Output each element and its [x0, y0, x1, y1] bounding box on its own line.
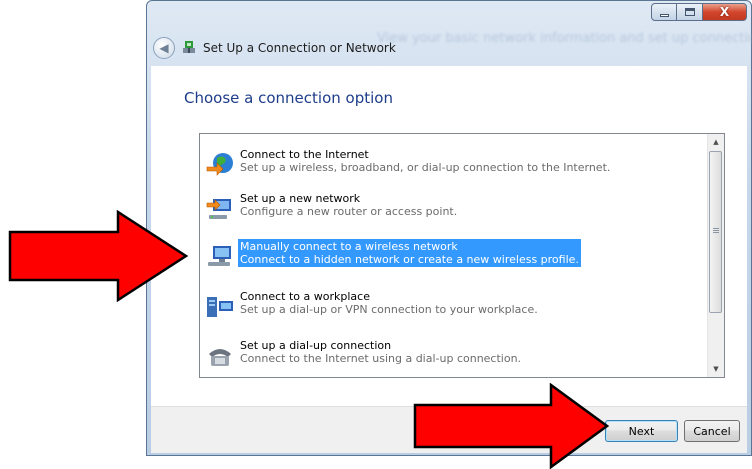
option-title: Manually connect to a wireless network — [240, 240, 458, 253]
option-description: Set up a dial-up or VPN connection to yo… — [240, 303, 538, 316]
cancel-button[interactable]: Cancel — [684, 420, 740, 442]
option-title: Connect to the Internet — [240, 148, 369, 161]
telephone-icon — [209, 349, 231, 366]
option-title: Set up a new network — [240, 192, 361, 205]
page-heading: Choose a connection option — [184, 89, 393, 107]
maximize-icon — [684, 8, 695, 16]
option-description: Set up a wireless, broadband, or dial-up… — [240, 161, 611, 174]
option-connect-internet[interactable]: Connect to the Internet Set up a wireles… — [205, 147, 705, 180]
next-button[interactable]: Next — [605, 420, 678, 442]
option-workplace[interactable]: Connect to a workplace Set up a dial-up … — [205, 289, 705, 322]
connection-options-list[interactable]: Connect to the Internet Set up a wireles… — [199, 133, 725, 378]
minimize-icon — [659, 13, 669, 17]
minimize-button[interactable] — [651, 3, 677, 21]
network-wizard-icon — [183, 41, 195, 53]
option-description: Connect to a hidden network or create a … — [240, 253, 579, 266]
back-arrow-icon: ◀ — [159, 41, 169, 55]
globe-icon — [206, 153, 233, 176]
option-dialup[interactable]: Set up a dial-up connection Connect to t… — [205, 338, 705, 371]
workplace-icon — [207, 297, 233, 317]
list-scrollbar[interactable]: ▲ ▼ — [707, 134, 724, 377]
option-title: Connect to a workplace — [240, 290, 370, 303]
close-button[interactable]: X — [703, 3, 747, 21]
back-button[interactable]: ◀ — [153, 37, 175, 59]
annotation-arrow-left-icon — [8, 210, 189, 302]
wireless-computer-icon — [208, 246, 231, 266]
title-bar[interactable]: View your basic network information and … — [147, 1, 752, 66]
scroll-down-icon[interactable]: ▼ — [708, 361, 724, 377]
option-new-network[interactable]: Set up a new network Configure a new rou… — [205, 191, 705, 224]
option-description: Configure a new router or access point. — [240, 205, 458, 218]
grip-icon — [713, 228, 719, 234]
option-description: Connect to the Internet using a dial-up … — [240, 352, 522, 365]
window-title: Set Up a Connection or Network — [203, 41, 396, 55]
scroll-up-icon[interactable]: ▲ — [708, 134, 724, 150]
annotation-arrow-bottom-icon — [413, 383, 609, 469]
option-manual-wireless[interactable]: Manually connect to a wireless network C… — [205, 239, 705, 272]
content-area: Choose a connection option Connect to th… — [151, 66, 747, 406]
close-icon: X — [719, 5, 730, 19]
scroll-thumb[interactable] — [709, 151, 722, 313]
caption-buttons: X — [651, 3, 747, 21]
option-title: Set up a dial-up connection — [240, 339, 392, 352]
maximize-button[interactable] — [677, 3, 703, 21]
background-window-text: View your basic network information and … — [377, 31, 752, 46]
router-icon — [206, 199, 231, 219]
